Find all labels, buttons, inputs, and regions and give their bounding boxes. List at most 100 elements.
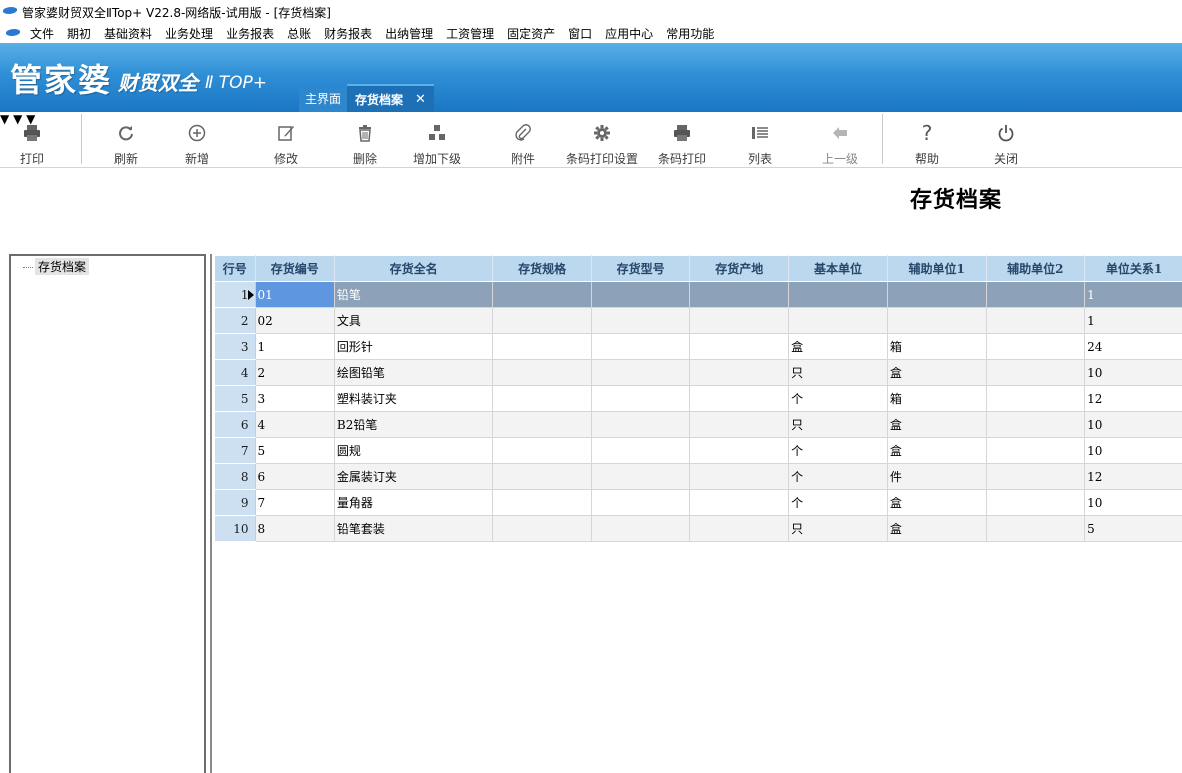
table-cell[interactable] bbox=[689, 515, 790, 542]
table-cell[interactable] bbox=[985, 489, 1086, 516]
table-cell[interactable] bbox=[590, 515, 691, 542]
table-cell[interactable]: 12 bbox=[1084, 385, 1182, 412]
table-cell[interactable] bbox=[788, 307, 888, 334]
table-cell[interactable]: 箱 bbox=[886, 333, 987, 360]
table-cell[interactable] bbox=[689, 359, 790, 386]
table-cell[interactable] bbox=[985, 385, 1086, 412]
table-cell[interactable]: 个 bbox=[788, 463, 888, 490]
table-cell[interactable]: 3 bbox=[254, 385, 335, 412]
table-cell[interactable]: 箱 bbox=[886, 385, 987, 412]
table-cell[interactable] bbox=[492, 515, 592, 542]
table-cell[interactable]: 5 bbox=[1084, 515, 1182, 542]
table-cell[interactable]: 盒 bbox=[886, 437, 987, 464]
tab-inventory-archive[interactable]: 存货档案 ✕ bbox=[347, 84, 434, 112]
menu-item[interactable]: 窗口 bbox=[568, 25, 592, 42]
column-header[interactable]: 行号 bbox=[214, 255, 256, 282]
row-number-cell[interactable]: 3 bbox=[214, 333, 256, 360]
row-number-cell[interactable]: 4 bbox=[214, 359, 256, 386]
row-number-cell[interactable]: 5 bbox=[214, 385, 256, 412]
table-cell[interactable] bbox=[985, 307, 1086, 334]
row-number-cell[interactable]: 6 bbox=[214, 411, 256, 438]
table-cell[interactable]: 盒 bbox=[886, 515, 987, 542]
table-cell[interactable] bbox=[886, 281, 987, 308]
table-cell[interactable]: 1 bbox=[254, 333, 335, 360]
barcode-print-button[interactable]: 条码打印 bbox=[658, 112, 706, 167]
table-cell[interactable]: 1 bbox=[1084, 307, 1182, 334]
menu-item[interactable]: 工资管理 bbox=[446, 25, 494, 42]
table-cell[interactable]: 盒 bbox=[886, 359, 987, 386]
table-cell[interactable]: 6 bbox=[254, 463, 335, 490]
table-cell[interactable] bbox=[689, 333, 790, 360]
table-cell[interactable]: 8 bbox=[254, 515, 335, 542]
table-cell[interactable] bbox=[590, 411, 691, 438]
row-number-cell[interactable]: 7 bbox=[214, 437, 256, 464]
table-cell[interactable] bbox=[689, 411, 790, 438]
table-cell[interactable]: 2 bbox=[254, 359, 335, 386]
table-cell[interactable]: 12 bbox=[1084, 463, 1182, 490]
table-cell[interactable]: 文具 bbox=[333, 307, 494, 334]
menu-item[interactable]: 应用中心 bbox=[605, 25, 653, 42]
menu-app-icon[interactable] bbox=[4, 29, 22, 36]
table-cell[interactable] bbox=[689, 307, 790, 334]
table-cell[interactable]: 7 bbox=[254, 489, 335, 516]
table-cell[interactable] bbox=[886, 307, 987, 334]
table-cell[interactable] bbox=[590, 333, 691, 360]
table-cell[interactable] bbox=[590, 437, 691, 464]
table-cell[interactable]: 铅笔套装 bbox=[333, 515, 494, 542]
table-row[interactable]: 5 3 塑料装订夹 个 箱 12 bbox=[214, 385, 1182, 412]
table-cell[interactable]: 个 bbox=[788, 385, 888, 412]
table-row[interactable]: 3 1 回形针 盒 箱 24 bbox=[214, 333, 1182, 360]
row-number-cell[interactable]: 1 bbox=[214, 281, 256, 308]
table-cell[interactable]: 盒 bbox=[886, 489, 987, 516]
table-cell[interactable]: 回形针 bbox=[333, 333, 494, 360]
menu-item[interactable]: 文件 bbox=[30, 25, 54, 42]
table-cell[interactable] bbox=[985, 333, 1086, 360]
table-cell[interactable]: 盒 bbox=[788, 333, 888, 360]
table-cell[interactable] bbox=[788, 281, 888, 308]
table-cell[interactable] bbox=[492, 333, 592, 360]
table-cell[interactable] bbox=[492, 307, 592, 334]
table-cell[interactable]: 只 bbox=[788, 359, 888, 386]
table-cell[interactable] bbox=[985, 281, 1086, 308]
column-header[interactable]: 存货型号 bbox=[590, 255, 691, 282]
menu-item[interactable]: 常用功能 bbox=[666, 25, 714, 42]
table-cell[interactable]: 盒 bbox=[886, 411, 987, 438]
menu-item[interactable]: 出纳管理 bbox=[385, 25, 433, 42]
table-row[interactable]: 10 8 铅笔套装 只 盒 5 bbox=[214, 515, 1182, 542]
table-row[interactable]: 4 2 绘图铅笔 只 盒 10 bbox=[214, 359, 1182, 386]
print-dropdown-icon[interactable]: ▼ bbox=[0, 112, 9, 126]
table-cell[interactable] bbox=[590, 489, 691, 516]
table-row[interactable]: 6 4 B2铅笔 只 盒 10 bbox=[214, 411, 1182, 438]
column-header[interactable]: 辅助单位2 bbox=[985, 255, 1086, 282]
table-cell[interactable] bbox=[590, 307, 691, 334]
table-cell[interactable]: 02 bbox=[254, 307, 335, 334]
table-cell[interactable] bbox=[492, 359, 592, 386]
close-button[interactable]: 关闭 bbox=[986, 112, 1026, 167]
table-cell[interactable]: 10 bbox=[1084, 489, 1182, 516]
list-button[interactable]: 列表 bbox=[740, 112, 780, 167]
menu-item[interactable]: 固定资产 bbox=[507, 25, 555, 42]
table-cell[interactable] bbox=[590, 385, 691, 412]
table-cell[interactable] bbox=[689, 489, 790, 516]
tree-node-root[interactable]: 存货档案 bbox=[35, 258, 90, 275]
row-number-cell[interactable]: 9 bbox=[214, 489, 256, 516]
column-header[interactable]: 基本单位 bbox=[788, 255, 888, 282]
table-cell[interactable]: 个 bbox=[788, 437, 888, 464]
table-cell[interactable]: 24 bbox=[1084, 333, 1182, 360]
column-header[interactable]: 存货编号 bbox=[254, 255, 335, 282]
table-cell[interactable]: 件 bbox=[886, 463, 987, 490]
table-cell[interactable] bbox=[590, 463, 691, 490]
table-cell[interactable] bbox=[492, 437, 592, 464]
menu-item[interactable]: 总账 bbox=[287, 25, 311, 42]
table-cell[interactable]: 只 bbox=[788, 411, 888, 438]
add-sub-level-button[interactable]: 增加下级 bbox=[413, 112, 461, 167]
table-cell[interactable]: 01 bbox=[254, 281, 335, 308]
table-cell[interactable] bbox=[590, 281, 691, 308]
table-cell[interactable] bbox=[689, 385, 790, 412]
edit-button[interactable]: 修改 bbox=[266, 112, 306, 167]
attachment-button[interactable]: 附件 bbox=[503, 112, 543, 167]
add-button[interactable]: 新增 bbox=[177, 112, 217, 167]
table-cell[interactable] bbox=[985, 463, 1086, 490]
row-number-cell[interactable]: 10 bbox=[214, 515, 256, 542]
menu-item[interactable]: 业务处理 bbox=[165, 25, 213, 42]
